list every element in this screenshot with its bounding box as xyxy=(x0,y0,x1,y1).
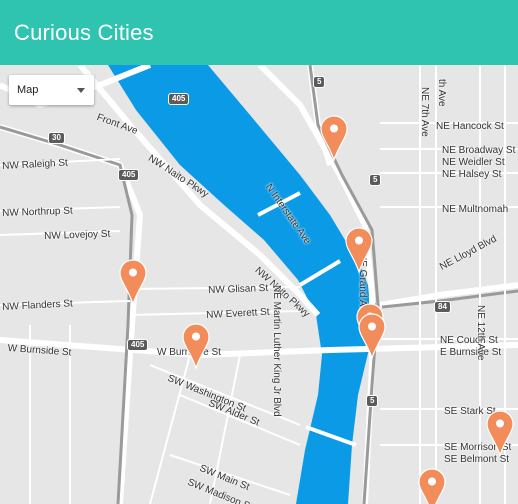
app-header: Curious Cities xyxy=(0,0,518,65)
street-label-nw-lovejoy: NW Lovejoy St xyxy=(44,228,111,242)
street-label-ne-weidler: NE Weidler St xyxy=(442,157,505,168)
map-type-value: Map xyxy=(17,84,39,96)
street-label-ne-7th: NE 7th Ave xyxy=(419,87,430,137)
street-label-ne-multnomah: NE Multnomah xyxy=(442,204,509,215)
map-type-select[interactable]: Map xyxy=(9,75,94,105)
highway-shield-i405-b: 405 xyxy=(118,169,140,181)
highway-shield-i5-a: 5 xyxy=(313,76,326,88)
chevron-down-icon xyxy=(77,87,85,93)
highway-shield-i30: 30 xyxy=(48,132,65,144)
street-label-ne-halsey: NE Halsey St xyxy=(442,169,502,180)
street-label-ne-12th: NE 12th Ave xyxy=(475,305,486,361)
street-label-e-burnside: E Burnside St xyxy=(440,347,502,358)
map-pin-icon[interactable] xyxy=(418,468,446,504)
street-label-ne-9th: th Ave xyxy=(436,79,447,107)
street-label-ne-mlk: NE Martin Luther King Jr Blvd xyxy=(271,285,282,417)
app-title: Curious Cities xyxy=(14,19,154,45)
highway-shield-i5-b: 5 xyxy=(369,174,382,186)
street-label-nw-glisan: NW Glisan St xyxy=(208,282,269,296)
map-pin-icon[interactable] xyxy=(486,410,514,457)
map-pin-icon[interactable] xyxy=(182,323,210,370)
highway-shield-i405-a: 405 xyxy=(168,93,190,105)
street-label-ne-hancock: NE Hancock St xyxy=(436,121,504,132)
highway-shield-i5-c: 5 xyxy=(366,395,379,407)
highway-shield-i84: 84 xyxy=(434,301,451,313)
map-pin-icon[interactable] xyxy=(345,227,373,274)
street-label-ne-broadway: NE Broadway St xyxy=(442,145,516,156)
street-label-ne-couch: NE Couch St xyxy=(440,335,498,346)
map-view[interactable]: Map Front Ave NW Naito Pkwy NW Raleigh St N… xyxy=(0,65,518,504)
highway-shield-i405-c: 405 xyxy=(127,339,149,351)
map-pin-icon[interactable] xyxy=(119,259,147,306)
map-pin-icon[interactable] xyxy=(320,115,348,162)
map-pin-icon[interactable] xyxy=(358,313,386,360)
